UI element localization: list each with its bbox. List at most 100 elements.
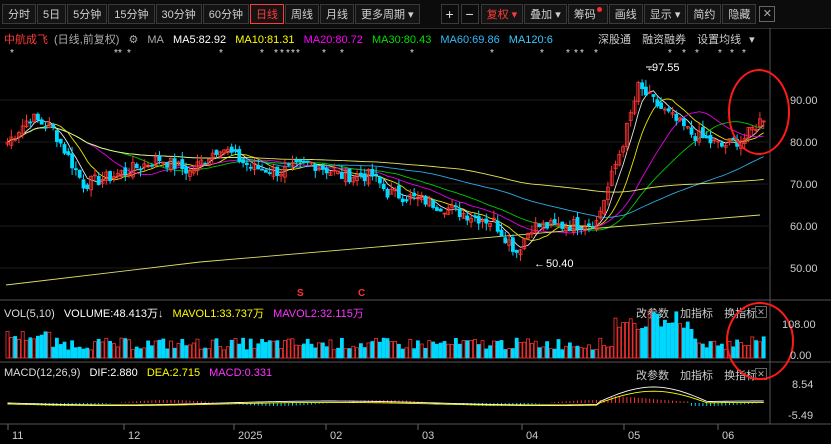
margin-link[interactable]: 融资融券: [642, 34, 686, 46]
volume-bar: [320, 342, 325, 359]
event-marker-icon: *: [580, 48, 584, 59]
volume-bar: [579, 347, 584, 359]
candle-body: [123, 167, 128, 175]
candle-body: [317, 167, 322, 171]
event-marker-icon: *: [274, 48, 278, 59]
period-tab[interactable]: 30分钟: [155, 4, 202, 24]
period-tab[interactable]: 周线: [285, 4, 319, 24]
overlay-dropdown[interactable]: 叠加 ▾: [524, 4, 567, 24]
period-tab[interactable]: 日线: [250, 4, 284, 24]
close-icon[interactable]: ✕: [759, 6, 776, 22]
vol-add-link[interactable]: 加指标: [680, 308, 713, 320]
candle-body: [339, 172, 344, 179]
macd-add-link[interactable]: 加指标: [680, 370, 713, 382]
candle-body: [434, 207, 439, 211]
candle-body: [222, 149, 227, 154]
volume-bar: [446, 343, 451, 359]
volume-bar: [746, 345, 751, 359]
settings-icon[interactable]: ⚙: [128, 34, 138, 46]
dif-value: DIF:2.880: [89, 367, 138, 379]
volume-bar: [412, 348, 417, 359]
macd-switch-link[interactable]: 换指标: [724, 370, 757, 382]
marker-c[interactable]: C: [358, 288, 365, 299]
period-tab[interactable]: 月线: [320, 4, 354, 24]
candle-body: [62, 144, 67, 154]
volume-bar: [461, 340, 466, 359]
volume-bar: [644, 326, 648, 359]
simple-button[interactable]: 简约: [687, 4, 722, 24]
volume-bar: [750, 336, 755, 359]
volume-bar: [13, 336, 18, 359]
candle-body: [545, 221, 549, 229]
volume-bar: [39, 334, 44, 359]
draw-label: 画线: [614, 9, 637, 21]
fuquan-dropdown[interactable]: 复权 ▾: [480, 4, 524, 24]
volume-bar: [286, 338, 291, 359]
mavol1-value: MAVOL1:33.737万: [172, 308, 265, 320]
x-label: 2025: [238, 430, 262, 442]
volume-bar: [541, 346, 546, 359]
event-marker-icon: *: [668, 48, 672, 59]
candle-body: [480, 220, 485, 223]
period-tab[interactable]: 15分钟: [108, 4, 155, 24]
candle-body: [381, 183, 386, 189]
candle-body: [47, 123, 52, 128]
x-label: 06: [722, 430, 734, 442]
candle-body: [237, 148, 242, 162]
chips-button[interactable]: 筹码: [567, 4, 608, 24]
candle-body: [510, 237, 515, 252]
highlight-circle: [728, 69, 790, 155]
vol-switch-link[interactable]: 换指标: [724, 308, 757, 320]
candle-body: [507, 239, 512, 246]
volume-legend: VOL(5,10) VOLUME:48.413万↓ MAVOL1:33.737万…: [4, 305, 370, 321]
ma-line: [7, 126, 764, 193]
vol-params-link[interactable]: 改参数: [636, 308, 669, 320]
period-tab[interactable]: 5日: [37, 4, 67, 24]
candle-body: [168, 157, 173, 171]
close-macd-icon[interactable]: ✕: [755, 368, 767, 380]
hide-button[interactable]: 隐藏: [722, 4, 757, 24]
draw-button[interactable]: 画线: [608, 4, 643, 24]
volume-panel-tools: 改参数 加指标 换指标: [628, 305, 757, 321]
ma60-value: MA60:69.86: [440, 34, 500, 46]
candle-body: [685, 125, 690, 129]
period-tab[interactable]: 更多周期 ▾: [355, 4, 420, 24]
volume-bar: [731, 346, 736, 359]
volume-bar: [712, 340, 717, 359]
event-marker-icon: *: [322, 48, 326, 59]
zoom-in-button[interactable]: +: [440, 4, 459, 24]
candle-body: [267, 172, 272, 175]
volume-bar: [415, 340, 420, 359]
volume-bar: [355, 347, 360, 359]
candle-body: [252, 163, 257, 171]
display-dropdown[interactable]: 显示 ▾: [643, 4, 687, 24]
candle-body: [461, 213, 466, 219]
ma-line: [5, 214, 761, 286]
volume-bar: [716, 345, 720, 359]
close-volume-icon[interactable]: ✕: [755, 306, 767, 318]
macd-params-link[interactable]: 改参数: [636, 370, 669, 382]
event-marker-icon: *: [730, 48, 734, 59]
candle-body: [229, 146, 234, 153]
candle-body: [210, 152, 215, 160]
marker-s[interactable]: S: [297, 288, 304, 299]
volume-bar: [260, 339, 265, 359]
volume-bar: [66, 349, 71, 359]
volume-bar: [237, 343, 242, 359]
stock-name[interactable]: 中航成飞: [4, 34, 48, 46]
candle-body: [575, 217, 580, 230]
period-tab[interactable]: 分时: [2, 4, 36, 24]
candle-body: [214, 149, 219, 155]
candle-body: [735, 138, 739, 147]
period-tab[interactable]: 60分钟: [202, 4, 249, 24]
sh-connect-link[interactable]: 深股通: [598, 34, 631, 46]
zoom-out-button[interactable]: −: [460, 4, 479, 24]
period-tab[interactable]: 5分钟: [67, 4, 108, 24]
set-ma-link[interactable]: 设置均线: [697, 34, 741, 46]
volume-value: VOLUME:48.413万: [63, 308, 158, 320]
macd-tick: 8.54: [792, 379, 813, 391]
volume-bar: [298, 345, 303, 359]
candle-body: [206, 158, 211, 165]
volume-bar: [636, 328, 641, 359]
main-panel-links: 深股通 融资融券 设置均线 ▾: [590, 31, 755, 47]
